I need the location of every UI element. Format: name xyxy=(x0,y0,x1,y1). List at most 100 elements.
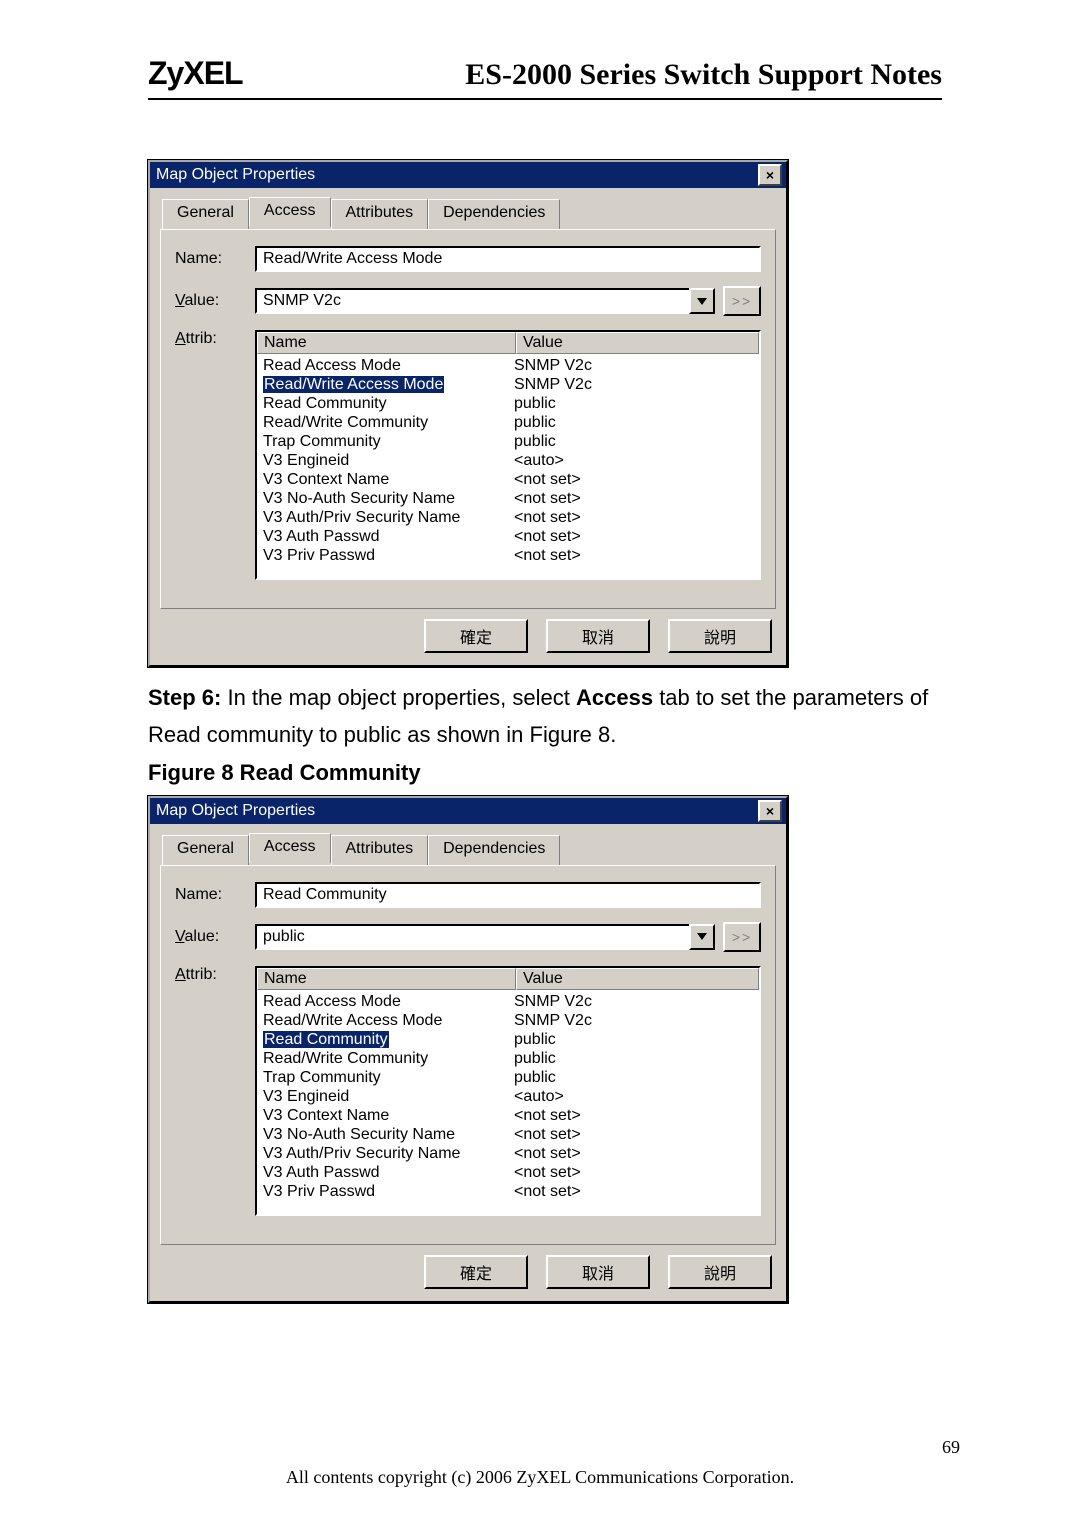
list-header: Name Value xyxy=(257,332,759,354)
help-button[interactable]: 說明 xyxy=(668,619,772,653)
list-item[interactable]: V3 No-Auth Security Name<not set> xyxy=(257,1125,759,1144)
step-bold: Access xyxy=(576,685,653,710)
combo-value[interactable]: SNMP V2c xyxy=(255,288,715,314)
cancel-button[interactable]: 取消 xyxy=(546,619,650,653)
list-item[interactable]: V3 Auth Passwd<not set> xyxy=(257,527,759,546)
cell-value: public xyxy=(508,1030,759,1049)
page-number: 69 xyxy=(942,1437,960,1458)
ok-button[interactable]: 確定 xyxy=(424,619,528,653)
cell-value: <not set> xyxy=(508,546,759,565)
page-title: ES-2000 Series Switch Support Notes xyxy=(465,58,942,92)
tab-general[interactable]: General xyxy=(162,199,249,230)
cell-name: V3 Priv Passwd xyxy=(257,546,508,565)
cell-name: Trap Community xyxy=(257,1068,508,1087)
label-name: Name: xyxy=(175,250,255,268)
titlebar: Map Object Properties × xyxy=(150,162,786,188)
figure-8-caption: Figure 8 Read Community xyxy=(148,760,942,786)
titlebar: Map Object Properties × xyxy=(150,798,786,824)
step-6-text: Step 6: In the map object properties, se… xyxy=(148,679,942,754)
label-value: Value: xyxy=(175,292,255,310)
list-body-2: Read Access ModeSNMP V2cRead/Write Acces… xyxy=(257,990,759,1203)
tab-panel-access: Name: Read Community Value: public >> At… xyxy=(160,865,776,1245)
field-name[interactable]: Read Community xyxy=(255,882,761,908)
list-item[interactable]: V3 No-Auth Security Name<not set> xyxy=(257,489,759,508)
attrib-listbox[interactable]: Name Value Read Access ModeSNMP V2cRead/… xyxy=(255,330,761,580)
cell-name: Trap Community xyxy=(257,432,508,451)
tab-dependencies[interactable]: Dependencies xyxy=(428,199,560,230)
list-item[interactable]: Read Access ModeSNMP V2c xyxy=(257,992,759,1011)
col-header-value[interactable]: Value xyxy=(516,332,759,354)
tab-general[interactable]: General xyxy=(162,835,249,866)
list-body-1: Read Access ModeSNMP V2cRead/Write Acces… xyxy=(257,354,759,567)
close-icon[interactable]: × xyxy=(758,800,782,822)
list-item[interactable]: V3 Auth/Priv Security Name<not set> xyxy=(257,1144,759,1163)
list-item[interactable]: V3 Engineid<auto> xyxy=(257,1087,759,1106)
expand-button[interactable]: >> xyxy=(723,922,761,952)
list-item[interactable]: V3 Auth/Priv Security Name<not set> xyxy=(257,508,759,527)
cell-value: public xyxy=(508,1049,759,1068)
list-item[interactable]: V3 Priv Passwd<not set> xyxy=(257,1182,759,1201)
list-item[interactable]: Read/Write Access ModeSNMP V2c xyxy=(257,1011,759,1030)
list-item[interactable]: Read/Write Communitypublic xyxy=(257,413,759,432)
tab-dependencies[interactable]: Dependencies xyxy=(428,835,560,866)
label-attrib: Attrib: xyxy=(175,330,255,348)
cell-name: Read Access Mode xyxy=(257,356,508,375)
cell-name: Read Access Mode xyxy=(257,992,508,1011)
list-item[interactable]: Read Communitypublic xyxy=(257,1030,759,1049)
dialog-map-object-properties-1: Map Object Properties × General Access A… xyxy=(148,160,788,667)
chevron-down-icon[interactable] xyxy=(689,924,715,950)
attrib-listbox[interactable]: Name Value Read Access ModeSNMP V2cRead/… xyxy=(255,966,761,1216)
close-icon[interactable]: × xyxy=(758,164,782,186)
tab-attributes[interactable]: Attributes xyxy=(331,199,429,230)
cell-name: V3 Auth Passwd xyxy=(257,527,508,546)
list-item[interactable]: Trap Communitypublic xyxy=(257,1068,759,1087)
combo-value[interactable]: public xyxy=(255,924,715,950)
list-item[interactable]: V3 Auth Passwd<not set> xyxy=(257,1163,759,1182)
logo: ZyXEL xyxy=(148,55,243,92)
help-button[interactable]: 說明 xyxy=(668,1255,772,1289)
step-body-1: In the map object properties, select xyxy=(227,685,576,710)
expand-button[interactable]: >> xyxy=(723,286,761,316)
cell-value: <not set> xyxy=(508,1125,759,1144)
cell-name: V3 Auth Passwd xyxy=(257,1163,508,1182)
cell-value: public xyxy=(508,432,759,451)
cell-name: V3 Priv Passwd xyxy=(257,1182,508,1201)
list-header: Name Value xyxy=(257,968,759,990)
col-header-name[interactable]: Name xyxy=(257,332,516,354)
ok-button[interactable]: 確定 xyxy=(424,1255,528,1289)
tab-access[interactable]: Access xyxy=(249,833,331,864)
list-item[interactable]: V3 Engineid<auto> xyxy=(257,451,759,470)
field-value[interactable]: SNMP V2c xyxy=(255,288,691,314)
field-value[interactable]: public xyxy=(255,924,691,950)
list-item[interactable]: Read/Write Access ModeSNMP V2c xyxy=(257,375,759,394)
cell-name: Read/Write Access Mode xyxy=(257,375,508,394)
field-name[interactable]: Read/Write Access Mode xyxy=(255,246,761,272)
list-item[interactable]: Read/Write Communitypublic xyxy=(257,1049,759,1068)
dialog-title: Map Object Properties xyxy=(156,802,315,820)
list-item[interactable]: V3 Context Name<not set> xyxy=(257,1106,759,1125)
tab-attributes[interactable]: Attributes xyxy=(331,835,429,866)
tab-panel-access: Name: Read/Write Access Mode Value: SNMP… xyxy=(160,229,776,609)
label-name: Name: xyxy=(175,886,255,904)
cancel-button[interactable]: 取消 xyxy=(546,1255,650,1289)
cell-value: SNMP V2c xyxy=(508,1011,759,1030)
col-header-name[interactable]: Name xyxy=(257,968,516,990)
list-item[interactable]: V3 Context Name<not set> xyxy=(257,470,759,489)
cell-value: <not set> xyxy=(508,470,759,489)
cell-value: <auto> xyxy=(508,1087,759,1106)
list-item[interactable]: Trap Communitypublic xyxy=(257,432,759,451)
label-attrib: Attrib: xyxy=(175,966,255,984)
cell-value: SNMP V2c xyxy=(508,356,759,375)
list-item[interactable]: V3 Priv Passwd<not set> xyxy=(257,546,759,565)
dialog-map-object-properties-2: Map Object Properties × General Access A… xyxy=(148,796,788,1303)
list-item[interactable]: Read Access ModeSNMP V2c xyxy=(257,356,759,375)
cell-name: V3 Context Name xyxy=(257,1106,508,1125)
cell-value: <not set> xyxy=(508,508,759,527)
chevron-down-icon[interactable] xyxy=(689,288,715,314)
tab-access[interactable]: Access xyxy=(249,197,331,228)
list-item[interactable]: Read Communitypublic xyxy=(257,394,759,413)
cell-value: <not set> xyxy=(508,1182,759,1201)
tabs: General Access Attributes Dependencies xyxy=(150,824,786,865)
col-header-value[interactable]: Value xyxy=(516,968,759,990)
cell-value: <not set> xyxy=(508,1144,759,1163)
